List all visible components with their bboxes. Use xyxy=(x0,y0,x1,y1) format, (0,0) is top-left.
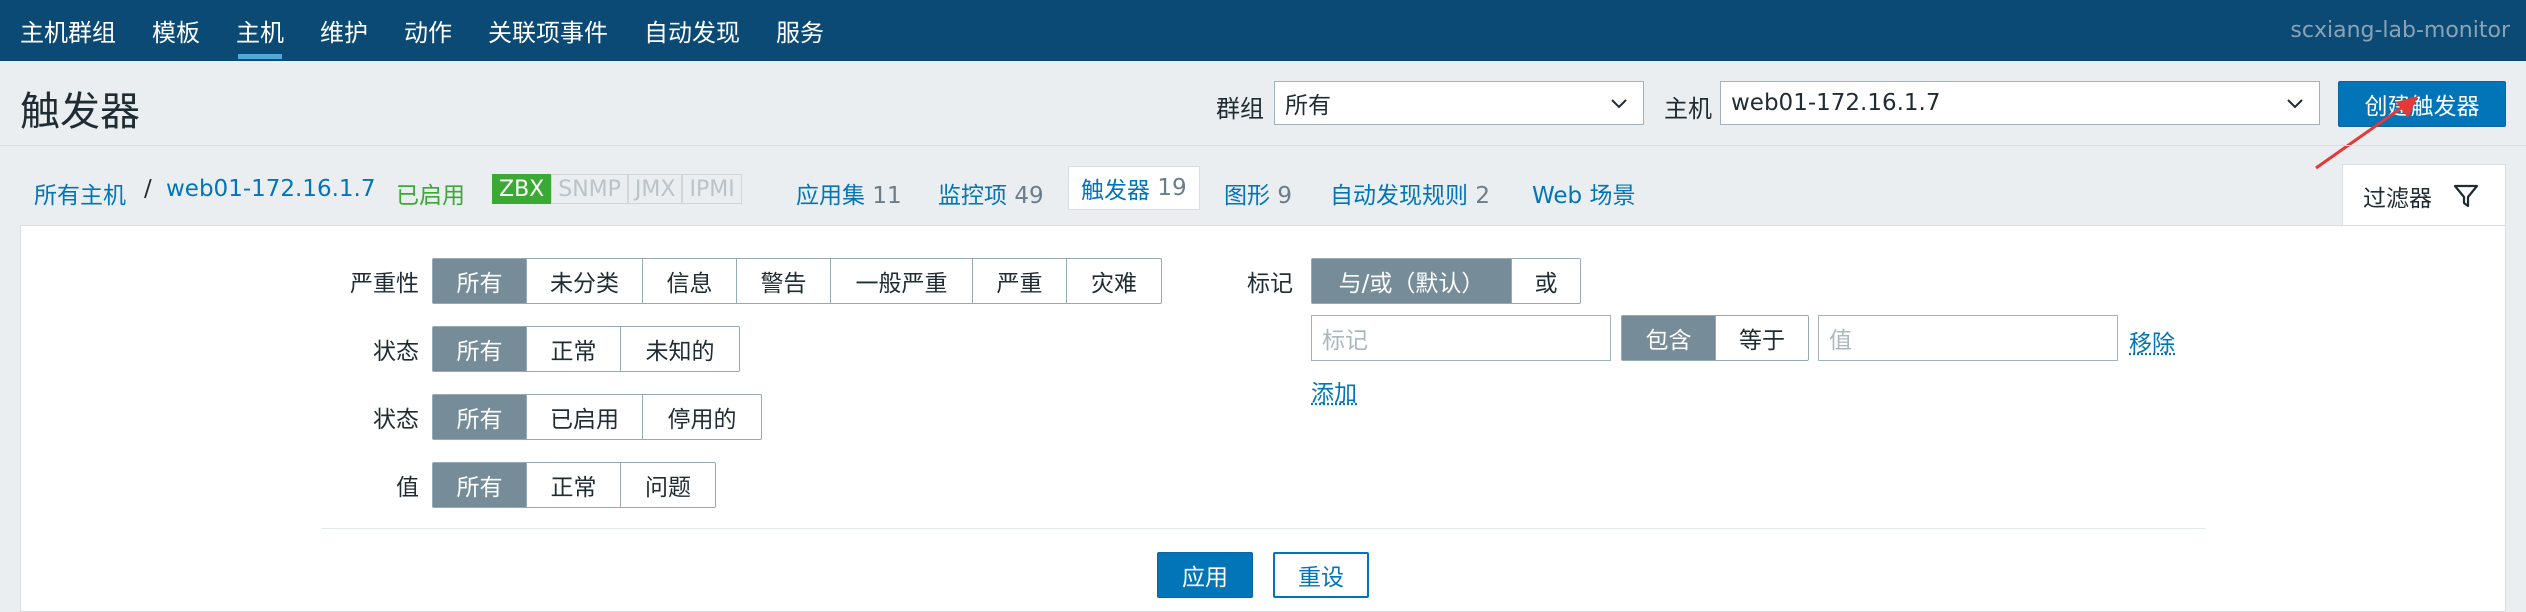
status-option-disabled[interactable]: 停用的 xyxy=(643,395,761,439)
badge-ipmi: IPMI xyxy=(682,174,742,204)
filter-tab-label: 过滤器 xyxy=(2363,185,2432,212)
link-applications[interactable]: 应用集 11 xyxy=(796,176,902,210)
severity-segmented: 所有 未分类 信息 警告 一般严重 严重 灾难 xyxy=(432,258,1162,304)
badge-jmx: JMX xyxy=(627,174,683,204)
link-graphs-count: 9 xyxy=(1277,183,1292,209)
tab-triggers[interactable]: 触发器 19 xyxy=(1068,166,1200,210)
nav-discovery[interactable]: 自动发现 xyxy=(626,0,758,61)
breadcrumb-host[interactable]: web01-172.16.1.7 xyxy=(166,176,376,202)
link-items[interactable]: 监控项 49 xyxy=(938,176,1044,210)
value-option-all[interactable]: 所有 xyxy=(433,463,527,507)
tags-mode-or[interactable]: 或 xyxy=(1512,259,1580,303)
chevron-down-icon xyxy=(1611,99,1627,109)
link-items-label: 监控项 xyxy=(938,183,1007,209)
host-label: 主机 xyxy=(1664,95,1712,123)
state-segmented: 所有 正常 未知的 xyxy=(432,326,740,372)
create-trigger-button[interactable]: 创建触发器 xyxy=(2338,81,2506,127)
severity-option-information[interactable]: 信息 xyxy=(643,259,737,303)
nav-services[interactable]: 服务 xyxy=(758,0,842,61)
host-status[interactable]: 已启用 xyxy=(396,176,465,210)
tag-remove-link[interactable]: 移除 xyxy=(2129,324,2175,358)
severity-option-warning[interactable]: 警告 xyxy=(737,259,831,303)
link-applications-count: 11 xyxy=(872,183,902,209)
link-items-count: 49 xyxy=(1014,183,1044,209)
value-segmented: 所有 正常 问题 xyxy=(432,462,716,508)
severity-option-average[interactable]: 一般严重 xyxy=(831,259,973,303)
state-option-normal[interactable]: 正常 xyxy=(527,327,621,371)
nav-templates[interactable]: 模板 xyxy=(134,0,218,61)
state-label: 状态 xyxy=(373,339,419,365)
state-option-all[interactable]: 所有 xyxy=(433,327,527,371)
top-nav: 主机群组 模板 主机 维护 动作 关联项事件 自动发现 服务 scxiang-l… xyxy=(0,0,2526,61)
link-discovery-label: 自动发现规则 xyxy=(1330,183,1468,209)
state-option-unknown[interactable]: 未知的 xyxy=(621,327,739,371)
nav-maintenance[interactable]: 维护 xyxy=(302,0,386,61)
badge-snmp: SNMP xyxy=(551,174,628,204)
group-select[interactable]: 所有 xyxy=(1274,81,1644,125)
value-label: 值 xyxy=(396,475,419,501)
severity-option-not-classified[interactable]: 未分类 xyxy=(527,259,643,303)
link-graphs[interactable]: 图形 9 xyxy=(1224,176,1292,210)
nav-host-groups[interactable]: 主机群组 xyxy=(2,0,134,61)
value-option-problem[interactable]: 问题 xyxy=(621,463,715,507)
tab-triggers-count: 19 xyxy=(1157,175,1187,201)
host-select[interactable]: web01-172.16.1.7 xyxy=(1720,81,2320,125)
link-discovery-rules[interactable]: 自动发现规则 2 xyxy=(1330,176,1490,210)
value-option-ok[interactable]: 正常 xyxy=(527,463,621,507)
tag-operator-segmented: 包含 等于 xyxy=(1621,315,1809,361)
apply-button[interactable]: 应用 xyxy=(1157,552,1253,598)
status-label: 状态 xyxy=(373,407,419,433)
filter-tab[interactable]: 过滤器 xyxy=(2342,164,2506,226)
group-label: 群组 xyxy=(1216,95,1264,123)
page-title: 触发器 xyxy=(20,89,140,135)
severity-label: 严重性 xyxy=(350,271,419,297)
filter-divider xyxy=(321,528,2206,529)
tag-operator-contains[interactable]: 包含 xyxy=(1622,316,1716,360)
nav-hosts[interactable]: 主机 xyxy=(218,0,302,61)
tab-triggers-label: 触发器 xyxy=(1081,178,1150,204)
chevron-down-icon xyxy=(2287,99,2303,109)
status-option-all[interactable]: 所有 xyxy=(433,395,527,439)
page-header: 触发器 群组 所有 主机 web01-172.16.1.7 创建触发器 xyxy=(0,61,2526,145)
tag-add-link[interactable]: 添加 xyxy=(1311,374,1357,408)
breadcrumb-separator: / xyxy=(144,176,152,202)
tag-name-input[interactable]: 标记 xyxy=(1311,315,1611,361)
severity-option-disaster[interactable]: 灾难 xyxy=(1067,259,1161,303)
severity-option-all[interactable]: 所有 xyxy=(433,259,527,303)
host-nav: 所有主机 / web01-172.16.1.7 已启用 ZBX SNMP JMX… xyxy=(0,145,2526,226)
status-option-enabled[interactable]: 已启用 xyxy=(527,395,643,439)
tags-label: 标记 xyxy=(1247,271,1293,297)
severity-option-high[interactable]: 严重 xyxy=(973,259,1067,303)
link-graphs-label: 图形 xyxy=(1224,183,1270,209)
server-name: scxiang-lab-monitor xyxy=(2290,18,2510,43)
breadcrumb-all-hosts[interactable]: 所有主机 xyxy=(34,176,126,210)
tag-operator-equals[interactable]: 等于 xyxy=(1716,316,1808,360)
status-segmented: 所有 已启用 停用的 xyxy=(432,394,762,440)
link-discovery-count: 2 xyxy=(1475,183,1490,209)
tags-mode-segmented: 与/或（默认） 或 xyxy=(1311,258,1581,304)
host-select-value: web01-172.16.1.7 xyxy=(1731,90,1941,116)
reset-button[interactable]: 重设 xyxy=(1273,552,1369,598)
funnel-icon xyxy=(2453,184,2479,207)
group-select-value: 所有 xyxy=(1285,93,1331,119)
link-web-scenarios[interactable]: Web 场景 xyxy=(1532,176,1635,210)
availability-badges: ZBX SNMP JMX IPMI xyxy=(492,174,742,204)
link-applications-label: 应用集 xyxy=(796,183,865,209)
nav-event-correlation[interactable]: 关联项事件 xyxy=(470,0,626,61)
main-menu: 主机群组 模板 主机 维护 动作 关联项事件 自动发现 服务 xyxy=(0,0,842,61)
tags-mode-and-or[interactable]: 与/或（默认） xyxy=(1312,259,1512,303)
tag-value-input[interactable]: 值 xyxy=(1818,315,2118,361)
nav-actions[interactable]: 动作 xyxy=(386,0,470,61)
filter-panel: 严重性 所有 未分类 信息 警告 一般严重 严重 灾难 状态 所有 正常 未知的… xyxy=(20,225,2506,612)
badge-zbx: ZBX xyxy=(492,174,552,204)
